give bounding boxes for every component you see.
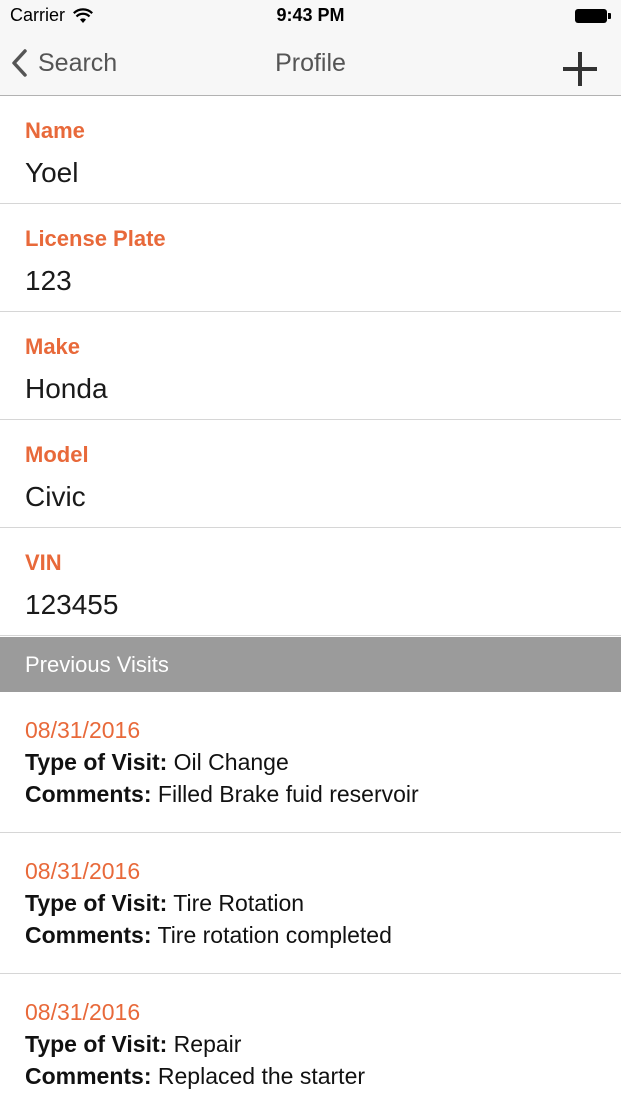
visit-comments-value: Filled Brake fuid reservoir <box>157 781 419 807</box>
field-label: Name <box>25 118 85 143</box>
add-icon[interactable] <box>561 50 599 88</box>
visit-comments: Comments: Tire rotation completed <box>25 922 392 949</box>
visit-type: Type of Visit: Repair <box>25 1031 241 1058</box>
field-value: Honda <box>25 373 108 404</box>
visit-type-label: Type of Visit: <box>25 749 168 775</box>
visits-list: 08/31/2016 Type of Visit: Oil Change Com… <box>0 692 621 1104</box>
visit-comments: Comments: Replaced the starter <box>25 1063 365 1090</box>
visit-date: 08/31/2016 <box>25 999 141 1025</box>
navigation-bar: Search Profile <box>0 32 621 96</box>
visit-date: 08/31/2016 <box>25 858 141 884</box>
field-label: Make <box>25 334 81 359</box>
field-name[interactable]: Name Yoel <box>0 96 621 204</box>
visit-comments-label: Comments: <box>25 1063 152 1089</box>
visit-comments-label: Comments: <box>25 781 152 807</box>
field-model[interactable]: Model Civic <box>0 420 621 528</box>
visit-type: Type of Visit: Oil Change <box>25 749 289 776</box>
visit-date: 08/31/2016 <box>25 717 141 743</box>
field-value: Yoel <box>25 157 79 188</box>
visit-comments-value: Replaced the starter <box>157 1063 366 1089</box>
field-make[interactable]: Make Honda <box>0 312 621 420</box>
field-value: 123455 <box>25 589 119 620</box>
status-time: 9:43 PM <box>276 5 345 25</box>
field-value: Civic <box>25 481 86 512</box>
field-vin[interactable]: VIN 123455 <box>0 528 621 636</box>
visit-comments: Comments: Filled Brake fuid reservoir <box>25 781 419 808</box>
visit-type: Type of Visit: Tire Rotation <box>25 890 304 917</box>
profile-fields: Name Yoel License Plate 123 Make Honda M… <box>0 96 621 636</box>
status-bar: Carrier 9:43 PM <box>0 0 621 32</box>
visit-type-label: Type of Visit: <box>25 890 168 916</box>
visit-type-value: Repair <box>173 1031 242 1057</box>
field-label: Model <box>25 442 89 467</box>
list-item[interactable]: 08/31/2016 Type of Visit: Oil Change Com… <box>0 692 621 833</box>
battery-icon <box>575 9 611 23</box>
list-item[interactable]: 08/31/2016 Type of Visit: Repair Comment… <box>0 974 621 1104</box>
visit-comments-label: Comments: <box>25 922 152 948</box>
visit-type-value: Oil Change <box>173 749 289 775</box>
page-title: Profile <box>275 49 346 77</box>
visit-comments-value: Tire rotation completed <box>157 922 392 948</box>
visit-type-value: Tire Rotation <box>173 890 305 916</box>
section-title: Previous Visits <box>25 652 169 677</box>
field-value: 123 <box>25 265 72 296</box>
field-label: VIN <box>25 550 62 575</box>
list-item[interactable]: 08/31/2016 Type of Visit: Tire Rotation … <box>0 833 621 974</box>
field-label: License Plate <box>25 226 166 251</box>
field-license-plate[interactable]: License Plate 123 <box>0 204 621 312</box>
visit-type-label: Type of Visit: <box>25 1031 168 1057</box>
previous-visits-header: Previous Visits <box>0 637 621 692</box>
